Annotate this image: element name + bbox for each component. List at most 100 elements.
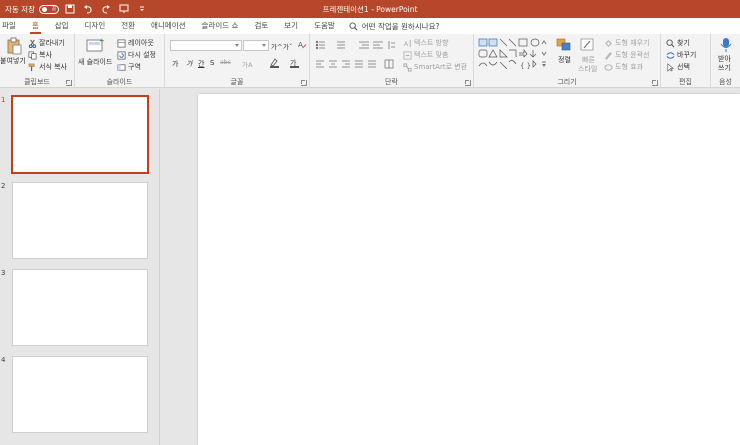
- autosave-label: 자동 저장: [5, 4, 35, 14]
- customize-quick-access-icon[interactable]: [135, 2, 149, 16]
- autosave-state: 끔: [51, 6, 56, 12]
- dictate-button[interactable]: [720, 37, 732, 53]
- tell-me-search[interactable]: 어떤 작업을 원하시나요?: [349, 21, 440, 32]
- shape-outline-label: 도형 윤곽선: [615, 51, 650, 59]
- arrange-button[interactable]: [556, 38, 572, 52]
- select-label: 선택: [677, 63, 690, 71]
- svg-text:가: 가: [290, 58, 297, 67]
- paragraph-launcher[interactable]: [465, 80, 471, 86]
- text-direction-button[interactable]: A 텍스트 방향: [403, 38, 449, 48]
- smartart-button[interactable]: SmartArt로 변환: [403, 62, 467, 72]
- shapes-gallery[interactable]: { }: [478, 38, 550, 70]
- slide-canvas[interactable]: [198, 94, 740, 445]
- slide-number: 4: [1, 356, 6, 364]
- drawing-launcher[interactable]: [652, 80, 658, 86]
- alignment-icons[interactable]: [315, 59, 399, 69]
- format-painter-button[interactable]: 서식 복사: [28, 62, 67, 72]
- copy-button[interactable]: 복사: [28, 50, 52, 60]
- shape-fill-button[interactable]: 도형 채우기: [604, 38, 649, 48]
- shape-outline-button[interactable]: 도형 윤곽선: [604, 50, 649, 60]
- quick-styles-button[interactable]: [580, 38, 596, 52]
- new-slide-label: 새 슬라이드: [78, 58, 113, 66]
- slide-thumbnail-3[interactable]: [12, 269, 148, 346]
- tab-transitions[interactable]: 전환: [113, 18, 143, 34]
- dictate-label-2: 쓰기: [718, 64, 731, 72]
- voice-group: 받아 쓰기 음성: [711, 34, 740, 88]
- section-icon: [117, 63, 126, 71]
- shadow-button[interactable]: S: [210, 59, 214, 67]
- search-icon: [349, 21, 358, 30]
- shape-effects-button[interactable]: 도형 효과: [604, 62, 643, 72]
- layout-label: 레이아웃: [128, 39, 154, 47]
- font-size-combo[interactable]: [243, 40, 269, 51]
- tab-animations[interactable]: 애니메이션: [143, 18, 194, 34]
- strikethrough-button[interactable]: abc: [220, 59, 231, 66]
- new-slide-button[interactable]: +: [85, 37, 105, 53]
- align-text-button[interactable]: 텍스트 맞춤: [403, 50, 448, 60]
- quick-styles-label-2: 스타일: [578, 65, 598, 73]
- find-button[interactable]: 찾기: [666, 38, 690, 48]
- grow-font-button[interactable]: 가^: [271, 41, 282, 51]
- slide-number: 3: [1, 269, 6, 277]
- brush-icon: [28, 63, 35, 71]
- redo-icon[interactable]: [99, 2, 113, 16]
- tab-home[interactable]: 홈: [24, 18, 47, 34]
- underline-button[interactable]: 간: [198, 59, 204, 69]
- smartart-label: SmartArt로 변환: [414, 63, 468, 71]
- undo-icon[interactable]: [81, 2, 95, 16]
- tab-file[interactable]: 파일: [0, 18, 24, 34]
- paint-bucket-icon: [605, 39, 612, 47]
- format-painter-label: 서식 복사: [39, 63, 67, 71]
- slide-thumbnail-4[interactable]: [12, 356, 148, 433]
- effects-icon: [604, 63, 613, 71]
- tab-design[interactable]: 디자인: [77, 18, 114, 34]
- reset-button[interactable]: 다시 설정: [117, 50, 156, 60]
- scissors-icon: [28, 39, 37, 48]
- drawing-group-label: 그리기: [557, 78, 577, 86]
- tab-slideshow[interactable]: 슬라이드 쇼: [194, 18, 247, 34]
- tab-insert[interactable]: 삽입: [47, 18, 77, 34]
- ribbon: 붙여넣기 잘라내기 복사 서식 복사 클립보드 + 새 슬라이드 레이아웃 다시…: [0, 34, 740, 88]
- select-button[interactable]: 선택: [666, 62, 690, 72]
- text-direction-label: 텍스트 방향: [414, 39, 449, 47]
- font-name-combo[interactable]: [170, 40, 242, 51]
- layout-button[interactable]: 레이아웃: [117, 38, 154, 48]
- save-icon[interactable]: [63, 2, 77, 16]
- layout-icon: [117, 39, 126, 47]
- start-slideshow-icon[interactable]: [117, 2, 131, 16]
- smartart-icon: [403, 62, 412, 72]
- slide-thumbnail-pane: 1 2 3 4: [0, 89, 160, 445]
- shape-effects-label: 도형 효과: [615, 63, 643, 71]
- align-text-icon: [403, 51, 412, 59]
- text-highlight-button[interactable]: 가: [289, 58, 301, 68]
- character-spacing-button[interactable]: 가A: [242, 59, 252, 69]
- slide-number: 1: [1, 96, 6, 104]
- pen-icon: [605, 51, 612, 60]
- paste-button[interactable]: [2, 37, 26, 55]
- tab-view[interactable]: 보기: [276, 18, 306, 34]
- clear-formatting-button[interactable]: A: [298, 40, 307, 49]
- section-label: 구역: [128, 63, 141, 71]
- tell-me-text: 어떤 작업을 원하시나요?: [361, 21, 440, 31]
- autosave-toggle[interactable]: 끔: [38, 4, 59, 14]
- tab-help[interactable]: 도움말: [306, 18, 343, 34]
- shrink-font-button[interactable]: 가ˇ: [283, 41, 292, 51]
- tab-review[interactable]: 검토: [246, 18, 276, 34]
- paste-label: 붙여넣기: [0, 57, 26, 65]
- list-indent-icons[interactable]: [315, 40, 395, 50]
- replace-button[interactable]: 바꾸기: [666, 50, 696, 60]
- paste-icon: [7, 37, 22, 55]
- section-button[interactable]: 구역: [117, 62, 141, 72]
- clipboard-launcher[interactable]: [66, 80, 72, 86]
- editing-group-label: 편집: [679, 78, 692, 86]
- cut-button[interactable]: 잘라내기: [28, 38, 65, 48]
- italic-button[interactable]: 가: [186, 59, 192, 69]
- font-color-icon: [270, 58, 279, 68]
- copy-icon: [28, 51, 37, 59]
- slide-thumbnail-2[interactable]: [12, 182, 148, 259]
- font-launcher[interactable]: [301, 80, 307, 86]
- bold-button[interactable]: 가: [172, 59, 178, 69]
- gallery-scroll[interactable]: [541, 38, 547, 68]
- slide-thumbnail-1[interactable]: [11, 95, 149, 174]
- font-color-button[interactable]: [269, 58, 283, 68]
